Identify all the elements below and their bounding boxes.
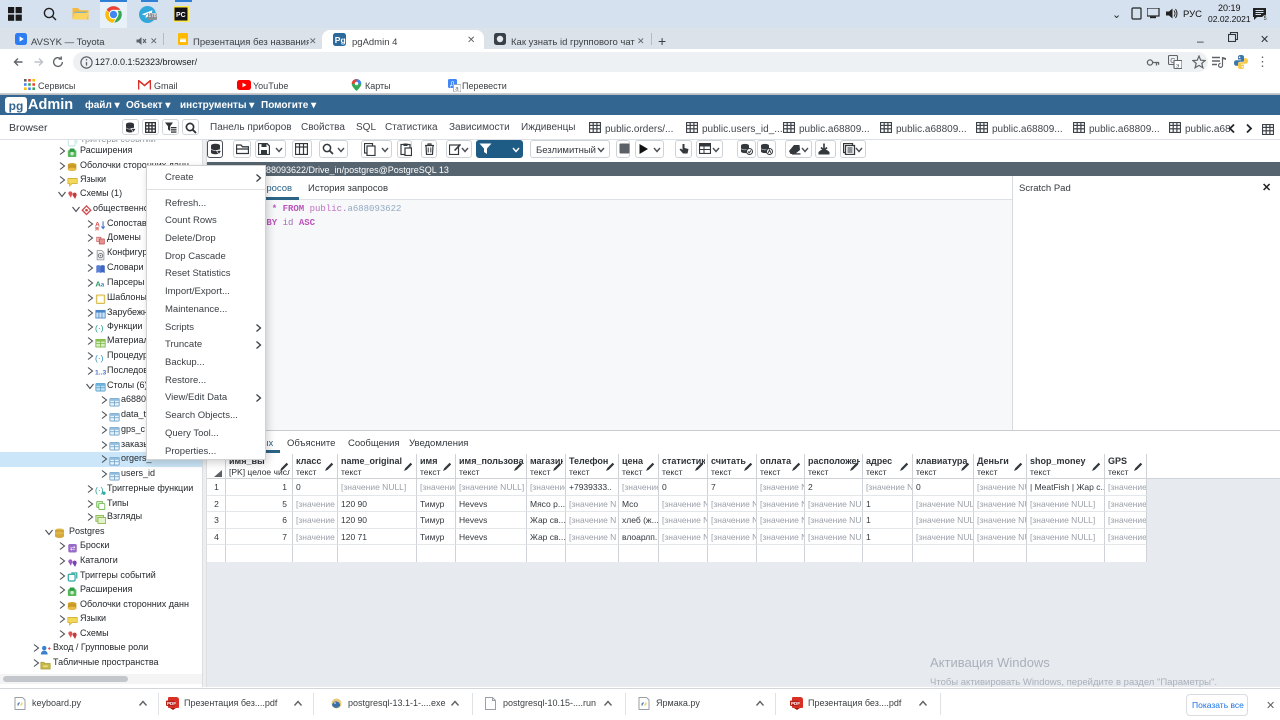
svg-text:a: a [101, 283, 105, 289]
svg-text:1..3: 1..3 [95, 370, 106, 377]
svg-text:Pg: Pg [335, 35, 346, 45]
svg-text:PC: PC [176, 12, 186, 19]
svg-text:я: я [95, 226, 99, 231]
svg-text:PDF: PDF [167, 700, 176, 705]
svg-text:(·): (·) [95, 353, 104, 363]
svg-text:⇄: ⇄ [70, 545, 75, 552]
svg-text:5: 5 [1264, 16, 1267, 21]
svg-text:(·): (·) [95, 323, 104, 333]
svg-text:PDF: PDF [791, 700, 800, 705]
